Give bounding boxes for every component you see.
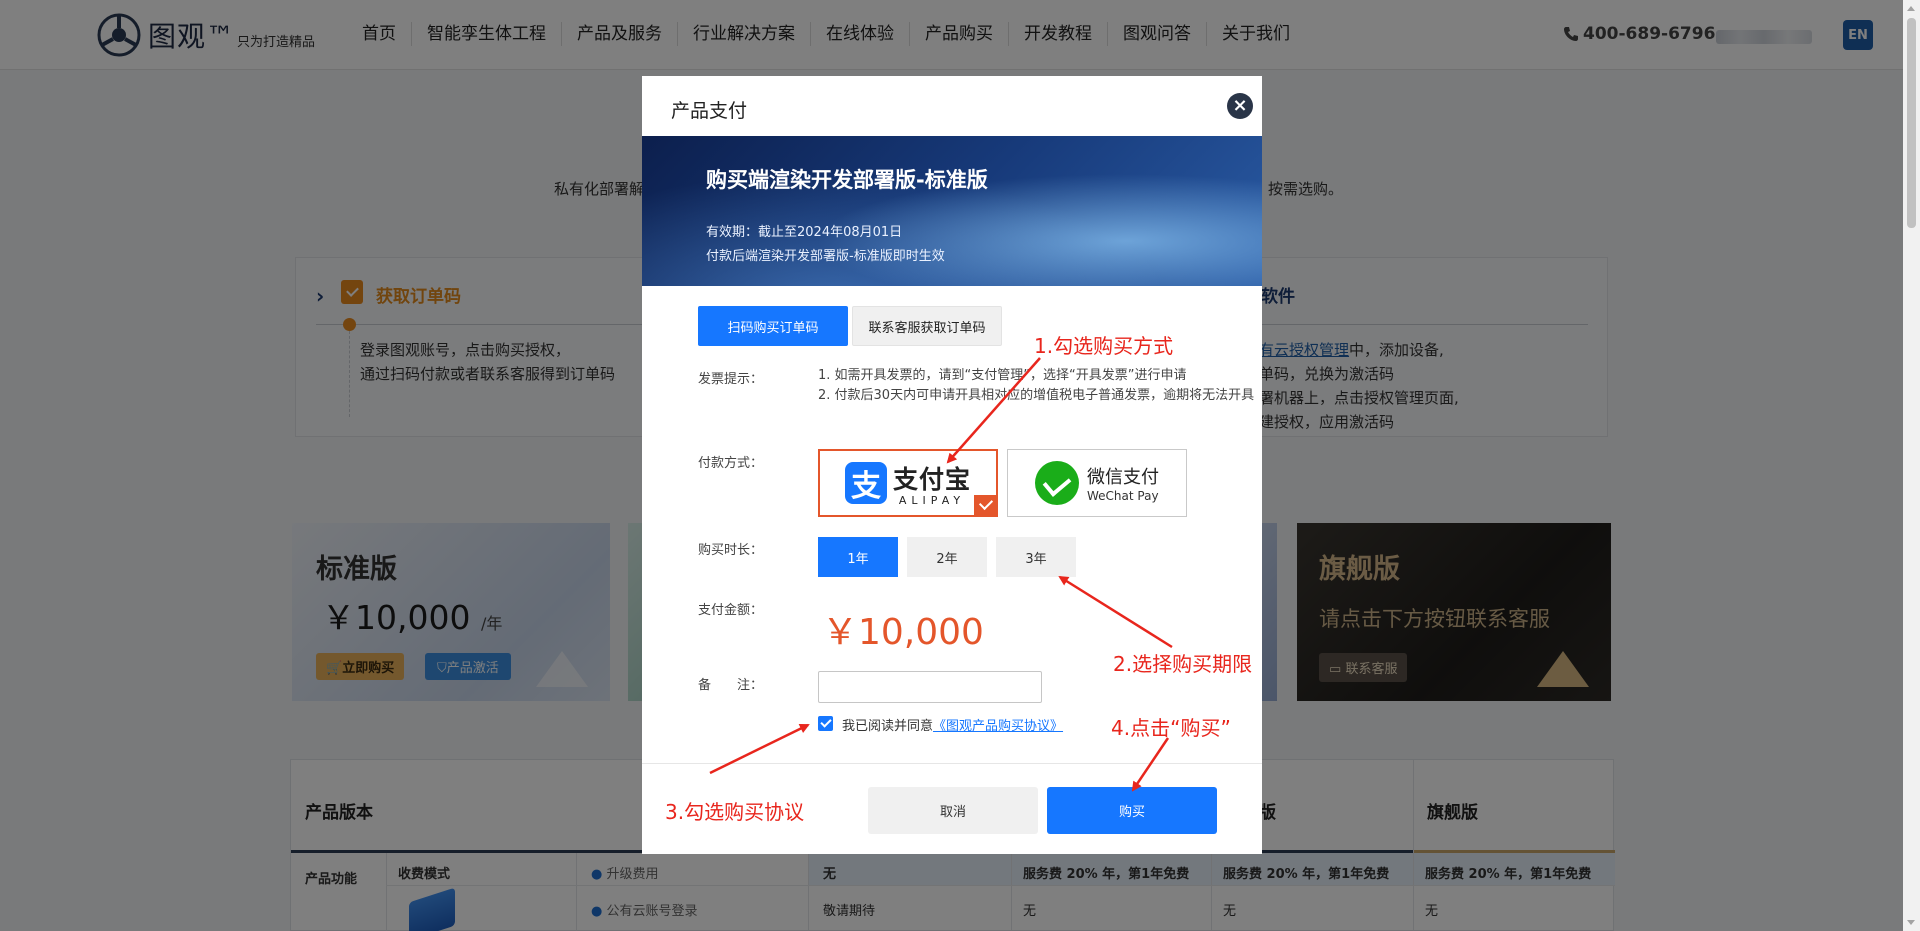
annotation-arrows — [709, 357, 1173, 792]
page-scrollbar[interactable] — [1903, 0, 1920, 931]
annotation-arrow-3 — [709, 723, 810, 775]
scrollbar-thumb[interactable] — [1907, 18, 1916, 228]
scroll-up-arrow-icon[interactable] — [1907, 6, 1915, 11]
annotation-step-1: 1.勾选购买方式 — [1034, 334, 1174, 358]
annotation-arrow-2 — [1058, 575, 1173, 649]
annotation-arrow-4 — [1131, 737, 1170, 792]
annotation-arrow-1 — [946, 357, 1041, 464]
annotation-step-4: 4.点击“购买” — [1111, 716, 1231, 740]
scroll-down-arrow-icon[interactable] — [1907, 920, 1915, 925]
annotation-step-2: 2.选择购买期限 — [1113, 652, 1253, 676]
annotation-step-3: 3.勾选购买协议 — [665, 800, 805, 824]
